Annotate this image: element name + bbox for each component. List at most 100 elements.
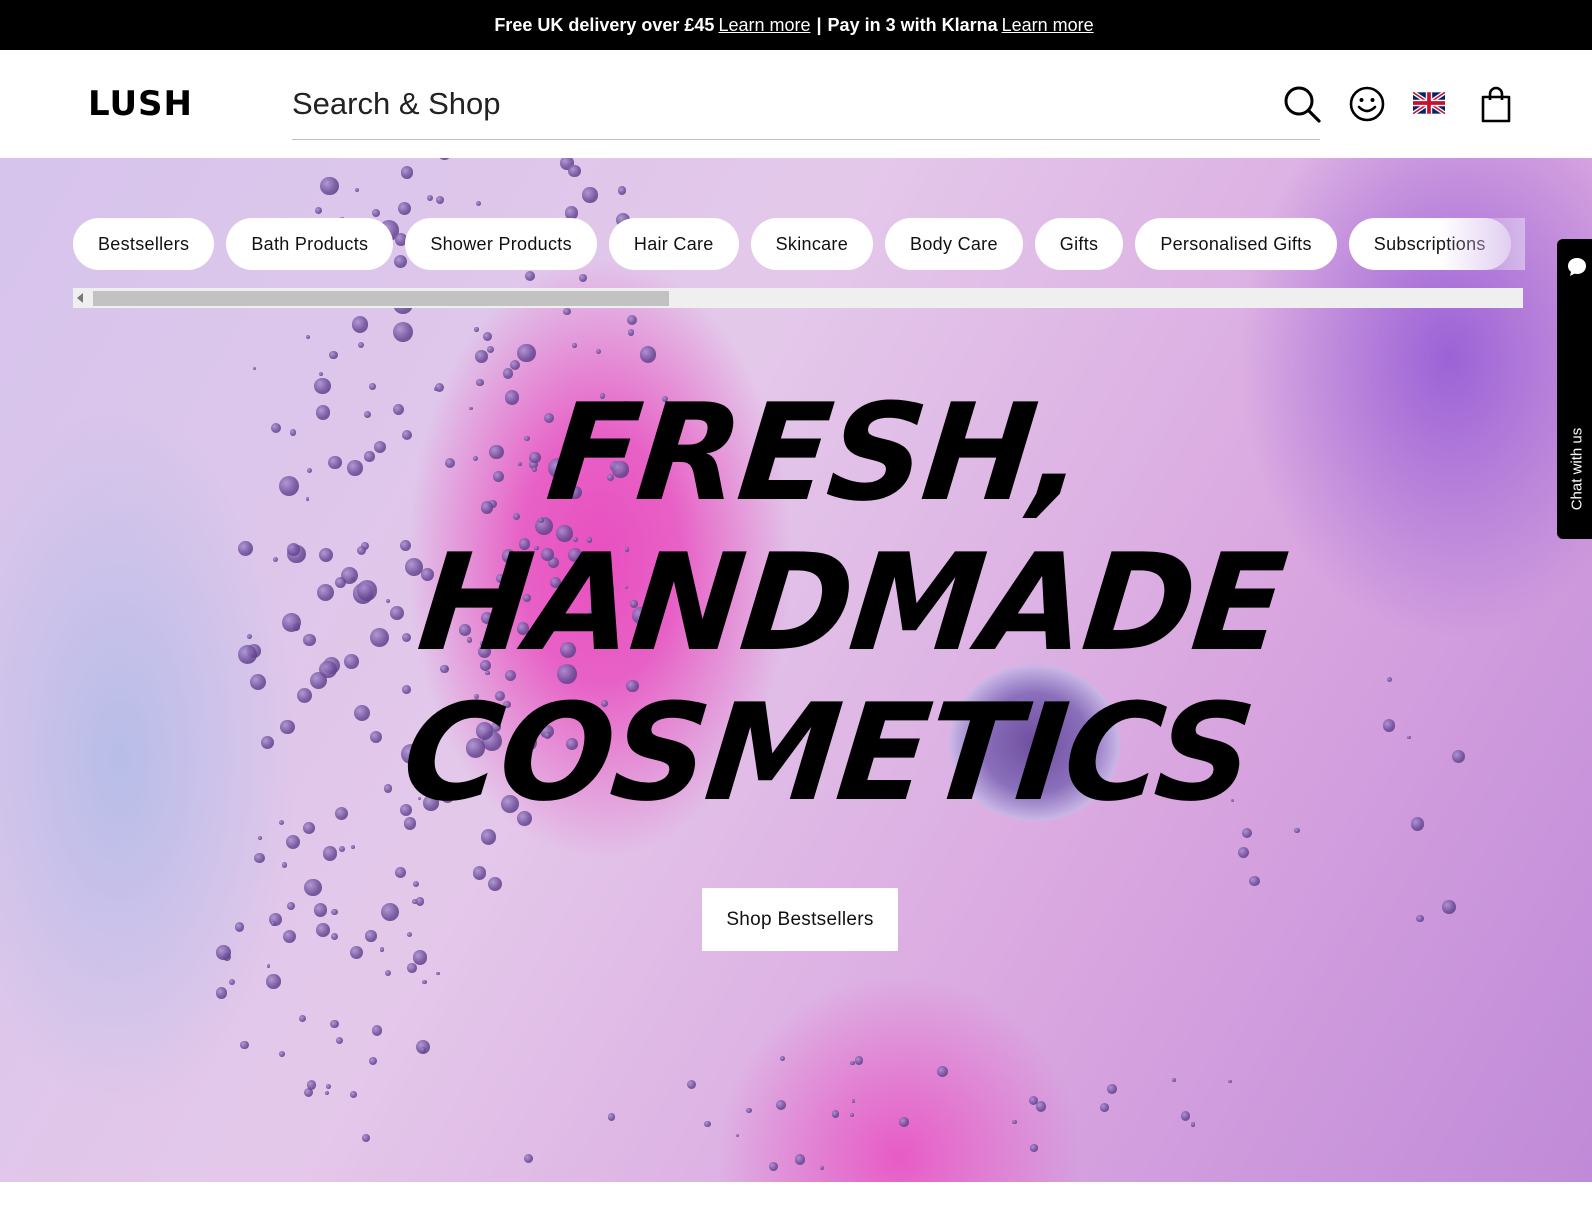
- bubble-decoration: [365, 930, 377, 942]
- bubble-decoration: [386, 598, 391, 603]
- bubble-decoration: [595, 348, 601, 354]
- category-pill-body-care[interactable]: Body Care: [885, 218, 1023, 270]
- bubble-decoration: [399, 540, 411, 552]
- hero-headline-line-2: HANDMADE: [411, 525, 1292, 681]
- bubble-decoration: [238, 540, 254, 557]
- account-icon[interactable]: [1347, 84, 1387, 124]
- category-pill-bestsellers[interactable]: Bestsellers: [73, 218, 215, 270]
- bubble-decoration: [426, 194, 434, 202]
- bubble-decoration: [1172, 1078, 1176, 1082]
- klarna-learn-more-link[interactable]: Learn more: [1002, 15, 1094, 36]
- category-pill-bath-products[interactable]: Bath Products: [226, 218, 394, 270]
- bubble-decoration: [780, 1056, 785, 1062]
- bubble-decoration: [401, 632, 411, 643]
- hero-headline-line-1: FRESH,: [540, 375, 1091, 531]
- bubble-decoration: [407, 963, 417, 973]
- bubble-decoration: [854, 1056, 864, 1065]
- bubble-decoration: [568, 164, 581, 178]
- bubble-decoration: [794, 1154, 806, 1166]
- bubble-decoration: [350, 1091, 357, 1098]
- bubble-decoration: [404, 557, 423, 576]
- bubble-decoration: [1406, 735, 1411, 740]
- bubble-decoration: [936, 1066, 948, 1077]
- bubble-decoration: [627, 329, 635, 336]
- bubble-decoration: [357, 341, 364, 348]
- delivery-learn-more-link[interactable]: Learn more: [718, 15, 810, 36]
- bubble-decoration: [331, 908, 339, 916]
- category-pill-hair-care[interactable]: Hair Care: [608, 218, 739, 270]
- chat-with-us-tab[interactable]: Chat with us: [1557, 239, 1592, 539]
- bubble-decoration: [330, 1019, 339, 1029]
- bubble-decoration: [257, 836, 262, 841]
- category-pill-gifts[interactable]: Gifts: [1034, 218, 1124, 270]
- category-pill-personalised-gifts[interactable]: Personalised Gifts: [1135, 218, 1337, 270]
- bubble-decoration: [412, 950, 428, 965]
- bubble-decoration: [392, 404, 404, 416]
- bubble-decoration: [1180, 1111, 1191, 1121]
- bubble-decoration: [357, 545, 367, 556]
- bubble-decoration: [422, 979, 427, 985]
- bubble-decoration: [281, 612, 301, 632]
- bubble-decoration: [278, 819, 284, 825]
- bubble-decoration: [306, 1080, 317, 1090]
- bubble-decoration: [305, 334, 310, 339]
- bubble-decoration: [768, 1161, 778, 1171]
- bubble-decoration: [356, 580, 378, 601]
- bubble-decoration: [369, 1056, 378, 1065]
- bubble-decoration: [351, 844, 356, 849]
- bubble-decoration: [338, 846, 345, 853]
- bubble-decoration: [379, 947, 385, 952]
- bubble-decoration: [401, 429, 413, 440]
- bubble-decoration: [626, 315, 637, 326]
- category-pill-skincare[interactable]: Skincare: [750, 218, 874, 270]
- bubble-decoration: [420, 1046, 426, 1053]
- bubble-decoration: [238, 644, 258, 664]
- bubble-decoration: [335, 1037, 344, 1045]
- bubble-decoration: [315, 405, 331, 420]
- bubble-decoration: [328, 455, 343, 470]
- bubble-decoration: [395, 867, 407, 878]
- bubble-decoration: [407, 931, 413, 938]
- bubble-decoration: [480, 829, 497, 845]
- site-header: LUSH: [0, 50, 1592, 158]
- bubble-decoration: [279, 1051, 285, 1058]
- bubble-decoration: [309, 671, 327, 689]
- bubble-decoration: [260, 735, 274, 749]
- search-icon[interactable]: [1282, 84, 1322, 124]
- bubble-decoration: [364, 451, 375, 462]
- search-input[interactable]: [292, 74, 1320, 134]
- bubble-decoration: [254, 852, 265, 863]
- category-pill-shower-products[interactable]: Shower Products: [405, 218, 597, 270]
- bubble-decoration: [475, 200, 482, 207]
- category-scrollbar[interactable]: [73, 288, 1523, 308]
- bubble-decoration: [371, 1025, 383, 1036]
- bubble-decoration: [362, 1133, 371, 1142]
- bubble-decoration: [322, 846, 338, 861]
- bubble-decoration: [286, 835, 301, 850]
- bubble-decoration: [487, 877, 503, 892]
- bubble-decoration: [353, 705, 371, 722]
- bubble-decoration: [582, 187, 598, 203]
- delivery-text: Free UK delivery over £45: [494, 14, 715, 35]
- scrollbar-thumb[interactable]: [93, 291, 669, 306]
- bubble-decoration: [318, 547, 333, 563]
- shopping-bag-icon[interactable]: [1476, 84, 1516, 124]
- bubble-decoration: [306, 497, 310, 501]
- scroll-left-arrow-icon[interactable]: [77, 293, 83, 303]
- bubble-decoration: [320, 176, 339, 196]
- bubble-decoration: [1228, 1079, 1232, 1084]
- bubble-decoration: [266, 974, 281, 989]
- shop-bestsellers-button[interactable]: Shop Bestsellers: [702, 888, 898, 951]
- bubble-decoration: [1238, 846, 1249, 858]
- bubble-decoration: [1012, 1120, 1017, 1125]
- announcement-bar: Free UK delivery over £45 Learn more | P…: [0, 0, 1592, 50]
- bubble-decoration: [474, 327, 479, 333]
- bubble-decoration: [1030, 1144, 1038, 1152]
- uk-flag-icon[interactable]: [1411, 90, 1447, 116]
- bubble-decoration: [1249, 875, 1260, 887]
- bubble-decoration: [324, 1090, 330, 1096]
- bubble-decoration: [392, 321, 414, 342]
- lush-logo[interactable]: LUSH: [88, 84, 193, 124]
- bubble-decoration: [318, 371, 324, 377]
- bubble-decoration: [850, 1060, 855, 1066]
